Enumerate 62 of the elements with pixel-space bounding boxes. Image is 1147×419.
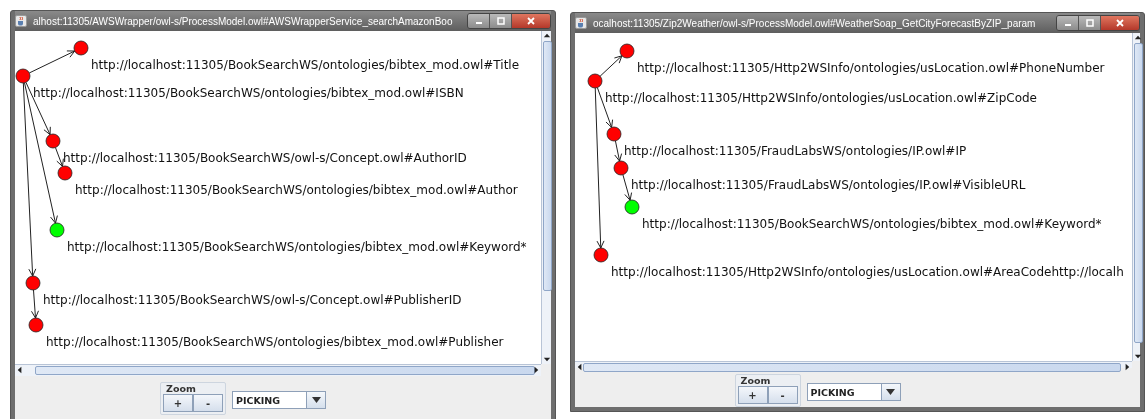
mode-dropdown[interactable]: PICKING <box>806 383 901 401</box>
node-label: http://localhost:11305/BookSearchWS/ontologies/bibtex_mod.owl#Keyword* <box>67 240 527 254</box>
scroll-thumb[interactable] <box>583 363 1121 372</box>
zoom-in-button[interactable]: + <box>163 394 193 412</box>
node-label: http://localhost:11305/FraudLabsWS/ontologies/IP.owl#VisibleURL <box>631 178 1026 192</box>
caret-icon <box>886 389 895 395</box>
graph-node[interactable] <box>45 133 61 149</box>
minimize-button[interactable] <box>1057 16 1079 30</box>
node-label: http://localhost:11305/BookSearchWS/owl-s/Concept.owl#AuthorID <box>63 151 467 165</box>
graph-node[interactable] <box>28 317 44 333</box>
edge-arrow <box>622 174 633 201</box>
node-label: http://localhost:11305/FraudLabsWS/ontologies/IP.owl#IP <box>624 144 967 158</box>
graph-node[interactable] <box>613 160 629 176</box>
maximize-icon <box>495 17 506 25</box>
edge-arrow <box>31 289 39 319</box>
node-label: http://localhost:11305/BookSearchWS/ontologies/bibtex_mod.owl#ISBN <box>33 86 464 100</box>
graph-node[interactable] <box>73 40 89 56</box>
node-label: http://localhost:11305/Http2WSInfo/ontologies/usLocation.owl#AreaCodehttp://localh <box>611 265 1124 279</box>
vertical-scrollbar[interactable] <box>1132 33 1140 361</box>
edge-arrow <box>28 50 76 74</box>
caret-icon <box>311 397 321 403</box>
maximize-icon <box>1084 19 1095 27</box>
zoom-label: Zoom <box>166 383 197 394</box>
node-label: http://localhost:11305/BookSearchWS/ontologies/bibtex_mod.owl#Publisher <box>46 335 504 349</box>
graph-node[interactable] <box>57 165 73 181</box>
node-label: http://localhost:11305/BookSearchWS/ontologies/bibtex_mod.owl#Title <box>91 58 520 72</box>
graph-node[interactable] <box>25 275 41 291</box>
close-icon <box>1115 19 1125 27</box>
edge-arrow <box>614 140 623 162</box>
graph-node[interactable] <box>15 68 31 84</box>
scroll-thumb[interactable] <box>35 366 535 375</box>
zoom-out-button[interactable]: - <box>767 386 798 404</box>
maximize-button[interactable] <box>1079 16 1101 30</box>
zoom-in-button[interactable]: + <box>737 386 768 404</box>
vertical-scrollbar[interactable] <box>541 31 551 364</box>
node-label: http://localhost:11305/BookSearchWS/ontologies/bibtex_mod.owl#Author <box>75 183 518 197</box>
graph-node[interactable] <box>624 199 640 215</box>
node-label: http://localhost:11305/Http2WSInfo/ontologies/usLocation.owl#PhoneNumber <box>637 61 1105 75</box>
minimize-button[interactable] <box>468 14 490 28</box>
graph-node[interactable] <box>593 247 609 263</box>
java-cup-icon <box>15 15 27 27</box>
zoom-label: Zoom <box>740 375 772 386</box>
close-icon <box>526 17 536 25</box>
graph-node[interactable] <box>49 222 65 238</box>
window-title: ocalhost:11305/Zip2Weather/owl-s/ProcessModel.owl#WeatherSoap_GetCityForecastByZIP_param <box>593 17 1037 29</box>
maximize-button[interactable] <box>490 14 512 28</box>
node-label: http://localhost:11305/BookSearchWS/ontologies/bibtex_mod.owl#Keyword* <box>642 217 1102 231</box>
close-button[interactable] <box>1101 16 1139 30</box>
horizontal-scrollbar[interactable] <box>15 364 541 376</box>
node-label: http://localhost:11305/Http2WSInfo/ontologies/usLocation.owl#ZipCode <box>605 91 1037 105</box>
zoom-out-button[interactable]: - <box>193 394 223 412</box>
edge-arrow <box>599 55 623 77</box>
graph-node[interactable] <box>606 126 622 142</box>
graph-node[interactable] <box>587 73 603 89</box>
scroll-thumb[interactable] <box>543 41 552 291</box>
close-button[interactable] <box>512 14 550 28</box>
scroll-thumb[interactable] <box>1134 43 1143 343</box>
window-title: alhost:11305/AWSWrapper/owl-s/ProcessModel.owl#AWSWrapperService_searchAmazonBoo <box>33 15 454 27</box>
graph-node[interactable] <box>619 43 635 59</box>
mode-dropdown[interactable]: PICKING <box>232 391 326 409</box>
java-cup-icon <box>575 17 587 29</box>
node-label: http://localhost:11305/BookSearchWS/owl-s/Concept.owl#PublisherID <box>43 293 462 307</box>
